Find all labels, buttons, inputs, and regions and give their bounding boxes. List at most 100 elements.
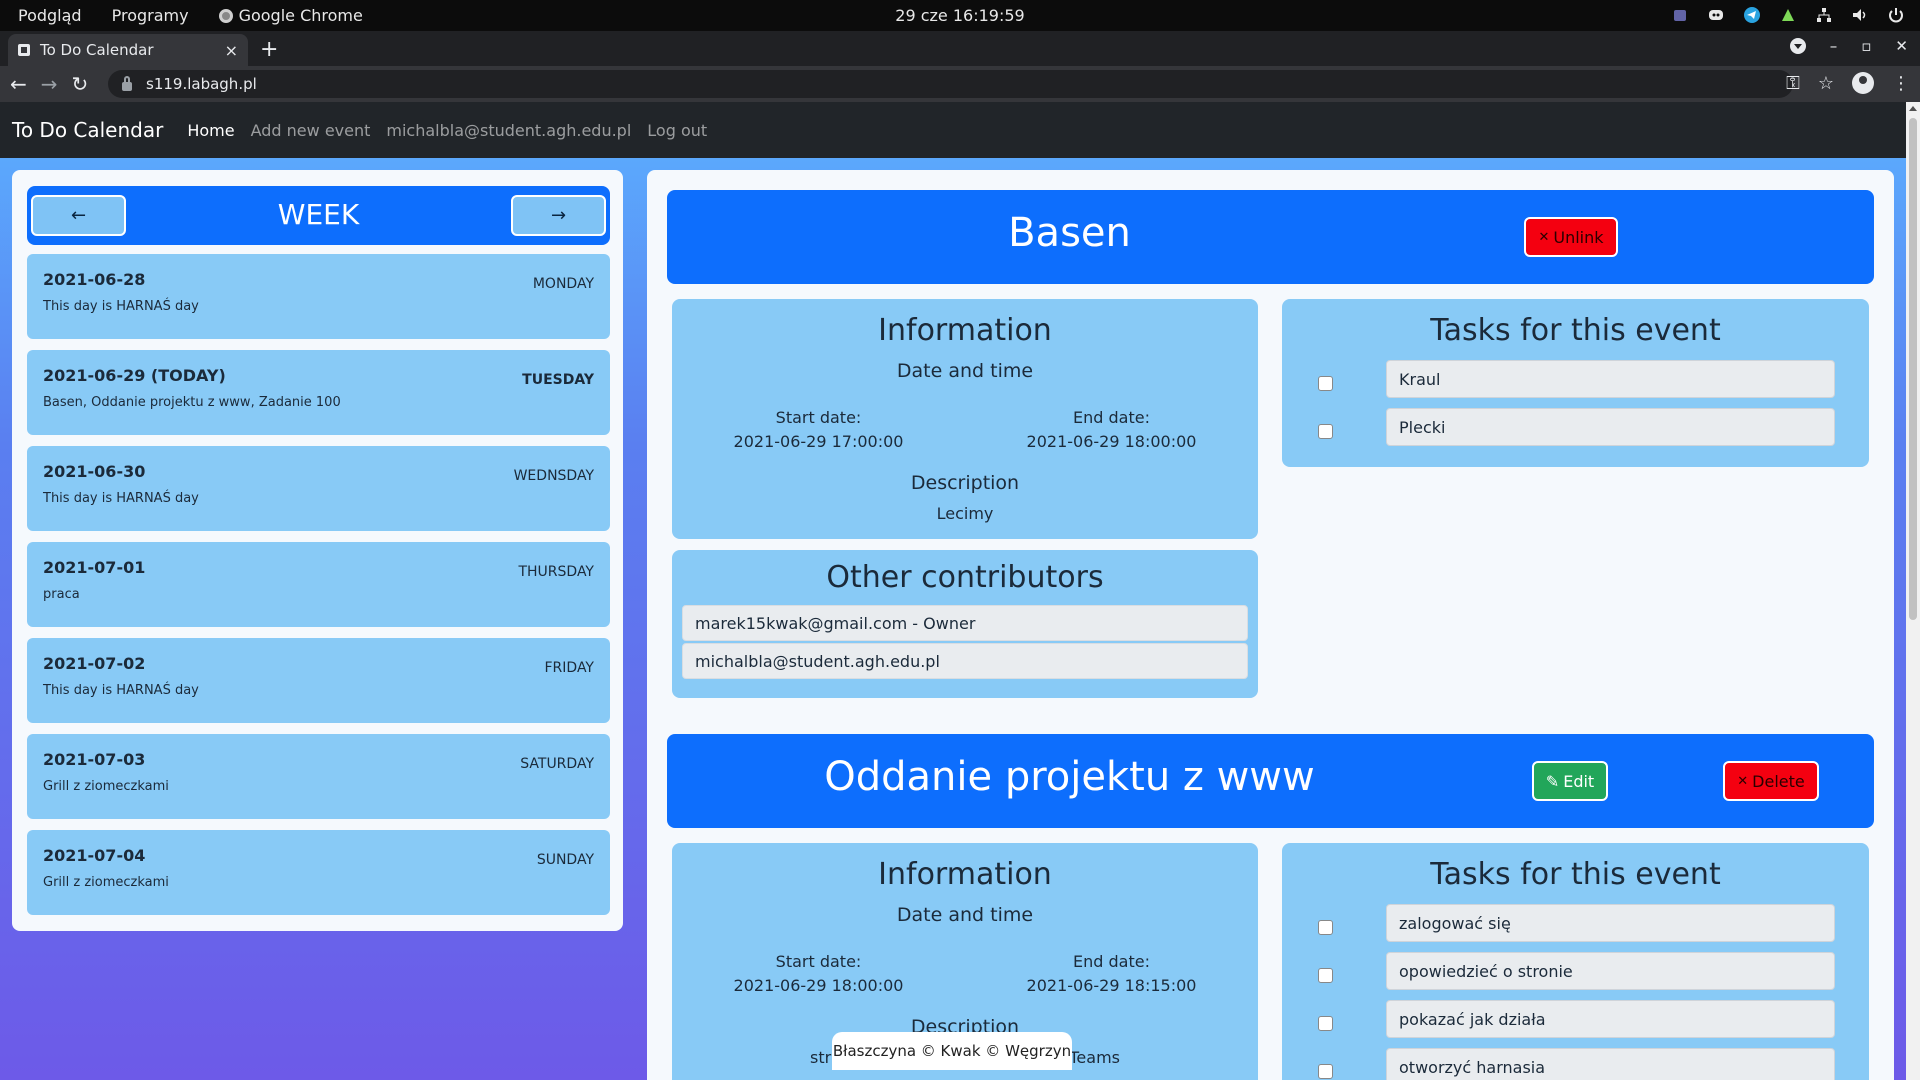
minimize-icon[interactable]: – <box>1830 37 1838 55</box>
day-card[interactable]: 2021-06-28 MONDAY This day is HARNAŚ day <box>27 254 610 339</box>
nav-home[interactable]: Home <box>187 121 234 140</box>
url-text: s119.labagh.pl <box>146 75 257 93</box>
day-date: 2021-06-29 (TODAY) <box>43 366 226 385</box>
app-icon[interactable] <box>1778 5 1798 25</box>
day-name: FRIDAY <box>544 660 595 676</box>
day-card[interactable]: 2021-07-04 SUNDAY Grill z ziomeczkami <box>27 830 610 915</box>
tab-search-icon[interactable] <box>1789 38 1806 54</box>
power-icon[interactable] <box>1886 5 1906 25</box>
task-input[interactable]: otworzyć harnasia <box>1386 1048 1835 1080</box>
day-events: This day is HARNAŚ day <box>43 299 199 314</box>
volume-icon[interactable] <box>1850 5 1870 25</box>
end-date-value: 2021-06-29 18:15:00 <box>1026 976 1197 995</box>
day-name: SUNDAY <box>536 852 594 868</box>
pencil-icon: ✎ <box>1545 771 1560 791</box>
key-icon[interactable]: ⚿ <box>1786 73 1800 94</box>
delete-button[interactable]: ✕ Delete <box>1723 761 1819 801</box>
forward-arrow-icon[interactable]: → <box>41 72 58 96</box>
day-card[interactable]: 2021-06-30 WEDNSDAY This day is HARNAŚ d… <box>27 446 610 531</box>
task-checkbox[interactable] <box>1318 376 1333 391</box>
start-date-label: Start date: <box>775 408 862 427</box>
task-checkbox[interactable] <box>1318 1016 1333 1031</box>
task-row: opowiedzieć o stronie <box>1282 952 1869 1000</box>
unlink-label: Unlink <box>1553 227 1604 247</box>
page-scrollbar[interactable] <box>1906 102 1920 1080</box>
task-checkbox[interactable] <box>1318 920 1333 935</box>
edit-button[interactable]: ✎ Edit <box>1532 761 1608 801</box>
event-header: Oddanie projektu z www ✎ Edit ✕ Delete <box>667 734 1874 828</box>
task-input[interactable]: zalogować się <box>1386 904 1835 942</box>
day-events: Grill z ziomeczkami <box>43 875 169 890</box>
lock-icon[interactable] <box>122 75 132 91</box>
end-date-label: End date: <box>1073 408 1150 427</box>
page-viewport: To Do Calendar Home Add new event michal… <box>0 102 1920 1080</box>
task-input[interactable]: Kraul <box>1386 360 1835 398</box>
day-card[interactable]: 2021-07-03 SATURDAY Grill z ziomeczkami <box>27 734 610 819</box>
browser-tab[interactable]: To Do Calendar × <box>8 34 248 66</box>
new-tab-button[interactable]: + <box>260 37 278 62</box>
task-checkbox[interactable] <box>1318 1064 1333 1079</box>
reload-icon[interactable]: ↻ <box>72 72 89 96</box>
day-name: WEDNSDAY <box>513 468 594 484</box>
app-navbar: To Do Calendar Home Add new event michal… <box>0 102 1906 158</box>
nav-add-event[interactable]: Add new event <box>251 121 371 140</box>
next-week-button[interactable]: → <box>511 195 606 236</box>
close-icon: ✕ <box>1538 229 1550 245</box>
date-time-label: Date and time <box>896 904 1034 926</box>
information-heading: Information <box>878 857 1052 892</box>
day-events: praca <box>43 587 80 602</box>
star-icon[interactable]: ☆ <box>1818 73 1834 94</box>
task-checkbox[interactable] <box>1318 424 1333 439</box>
events-panel: Basen ✕ Unlink Information Date and time… <box>647 170 1894 1080</box>
discord-icon[interactable] <box>1706 5 1726 25</box>
event-title: Oddanie projektu z www <box>824 754 1315 800</box>
tasks-card: Tasks for this event zalogować się opowi… <box>1282 843 1869 1080</box>
day-events: This day is HARNAŚ day <box>43 491 199 506</box>
edit-label: Edit <box>1563 771 1595 791</box>
scroll-up-icon[interactable] <box>1909 106 1917 111</box>
date-time-label: Date and time <box>896 360 1034 382</box>
task-checkbox[interactable] <box>1318 968 1333 983</box>
task-row: pokazać jak działa <box>1282 1000 1869 1048</box>
day-card[interactable]: 2021-07-01 THURSDAY praca <box>27 542 610 627</box>
week-panel: ← WEEK → 2021-06-28 MONDAY This day is H… <box>12 170 623 931</box>
nav-logout[interactable]: Log out <box>647 121 707 140</box>
close-icon: ✕ <box>1737 773 1749 789</box>
close-window-icon[interactable]: ✕ <box>1895 37 1908 55</box>
description-label: Description <box>910 472 1020 494</box>
nav-user-email[interactable]: michalbla@student.agh.edu.pl <box>386 121 631 140</box>
close-tab-icon[interactable]: × <box>225 41 238 60</box>
task-input[interactable]: Plecki <box>1386 408 1835 446</box>
day-events: Grill z ziomeczkami <box>43 779 169 794</box>
task-input[interactable]: opowiedzieć o stronie <box>1386 952 1835 990</box>
end-date-value: 2021-06-29 18:00:00 <box>1026 432 1197 451</box>
description-text-left: str <box>810 1048 832 1067</box>
delete-label: Delete <box>1752 771 1805 791</box>
unlink-button[interactable]: ✕ Unlink <box>1524 217 1618 257</box>
os-clock[interactable]: 29 cze 16:19:59 <box>0 6 1920 25</box>
back-arrow-icon[interactable]: ← <box>10 72 27 96</box>
day-name: MONDAY <box>532 276 594 292</box>
teams-icon[interactable] <box>1670 5 1690 25</box>
day-card-today[interactable]: 2021-06-29 (TODAY) TUESDAY Basen, Oddani… <box>27 350 610 435</box>
favicon-icon <box>18 44 30 56</box>
task-row: otworzyć harnasia <box>1282 1048 1869 1080</box>
network-icon[interactable] <box>1814 5 1834 25</box>
contributors-card: Other contributors marek15kwak@gmail.com… <box>672 550 1258 698</box>
start-date-value: 2021-06-29 17:00:00 <box>733 432 904 451</box>
day-date: 2021-07-02 <box>43 654 146 673</box>
maximize-icon[interactable]: ▫ <box>1861 37 1871 55</box>
tasks-card: Tasks for this event Kraul Plecki <box>1282 299 1869 467</box>
day-date: 2021-07-03 <box>43 750 146 769</box>
address-bar[interactable]: s119.labagh.pl <box>108 70 1793 98</box>
day-date: 2021-07-01 <box>43 558 146 577</box>
profile-icon[interactable] <box>1852 72 1874 94</box>
day-card[interactable]: 2021-07-02 FRIDAY This day is HARNAŚ day <box>27 638 610 723</box>
tasks-heading: Tasks for this event <box>1430 313 1721 348</box>
task-input[interactable]: pokazać jak działa <box>1386 1000 1835 1038</box>
contributors-heading: Other contributors <box>826 560 1104 595</box>
scrollbar-thumb[interactable] <box>1909 118 1917 620</box>
menu-dots-icon[interactable]: ⋮ <box>1892 73 1910 94</box>
app-brand[interactable]: To Do Calendar <box>12 118 163 142</box>
telegram-icon[interactable] <box>1742 5 1762 25</box>
